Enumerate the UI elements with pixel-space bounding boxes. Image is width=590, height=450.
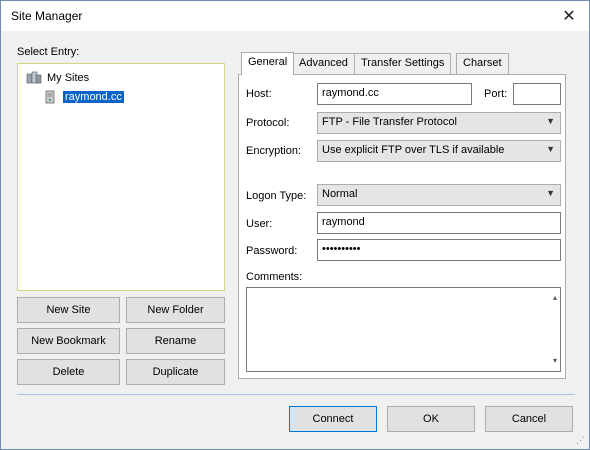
resize-grip-icon[interactable]: ⋰ (576, 435, 585, 446)
protocol-select[interactable]: FTP - File Transfer Protocol ▼ (317, 112, 561, 134)
scroll-up-icon[interactable]: ▴ (553, 294, 557, 302)
chevron-down-icon: ▼ (546, 116, 555, 126)
chevron-down-icon: ▼ (546, 188, 555, 198)
password-input[interactable]: •••••••••• (317, 239, 561, 261)
encryption-value: Use explicit FTP over TLS if available (322, 144, 505, 156)
logon-type-select[interactable]: Normal ▼ (317, 184, 561, 206)
comments-textarea[interactable]: ▴ ▾ (246, 287, 561, 372)
protocol-label: Protocol: (246, 117, 290, 129)
tab-advanced[interactable]: Advanced (292, 53, 355, 74)
tree-item-site[interactable]: raymond.cc (44, 89, 124, 105)
logon-type-value: Normal (322, 188, 358, 200)
rename-button[interactable]: Rename (126, 328, 225, 354)
protocol-value: FTP - File Transfer Protocol (322, 116, 457, 128)
comments-label: Comments: (246, 271, 303, 283)
select-entry-label: Select Entry: (17, 46, 80, 58)
host-input[interactable]: raymond.cc (317, 83, 472, 105)
chevron-down-icon: ▼ (546, 144, 555, 154)
tree-item-my-sites[interactable]: My Sites (26, 70, 91, 86)
user-label: User: (246, 218, 273, 230)
password-label: Password: (246, 245, 298, 257)
window-title: Site Manager (11, 9, 83, 23)
tree-root-label: My Sites (47, 72, 90, 84)
encryption-label: Encryption: (246, 145, 302, 157)
close-icon[interactable]: ✕ (549, 1, 589, 31)
tab-transfer-settings[interactable]: Transfer Settings (354, 53, 452, 74)
logon-type-label: Logon Type: (246, 190, 307, 202)
title-bar: Site Manager ✕ (1, 1, 589, 31)
site-manager-window: Site Manager ✕ Select Entry: My Sites ra… (0, 0, 590, 450)
connect-button[interactable]: Connect (289, 406, 377, 432)
tab-general[interactable]: General (241, 52, 295, 75)
tree-child-label: raymond.cc (63, 91, 124, 103)
footer-divider (17, 394, 575, 395)
delete-button[interactable]: Delete (17, 359, 120, 385)
encryption-select[interactable]: Use explicit FTP over TLS if available ▼ (317, 140, 561, 162)
general-panel: Host: raymond.cc Port: Protocol: FTP - F… (238, 74, 566, 379)
cancel-button[interactable]: Cancel (485, 406, 573, 432)
port-input[interactable] (513, 83, 561, 105)
new-site-button[interactable]: New Site (17, 297, 120, 323)
host-label: Host: (246, 88, 272, 100)
user-input[interactable]: raymond (317, 212, 561, 234)
new-bookmark-button[interactable]: New Bookmark (17, 328, 120, 354)
ok-button[interactable]: OK (387, 406, 475, 432)
duplicate-button[interactable]: Duplicate (126, 359, 225, 385)
scroll-down-icon[interactable]: ▾ (553, 357, 557, 365)
site-tree[interactable]: My Sites raymond.cc (17, 63, 225, 291)
tab-charset[interactable]: Charset (456, 53, 509, 74)
server-group-icon (26, 71, 42, 85)
server-icon (44, 90, 60, 104)
port-label: Port: (484, 88, 508, 100)
new-folder-button[interactable]: New Folder (126, 297, 225, 323)
